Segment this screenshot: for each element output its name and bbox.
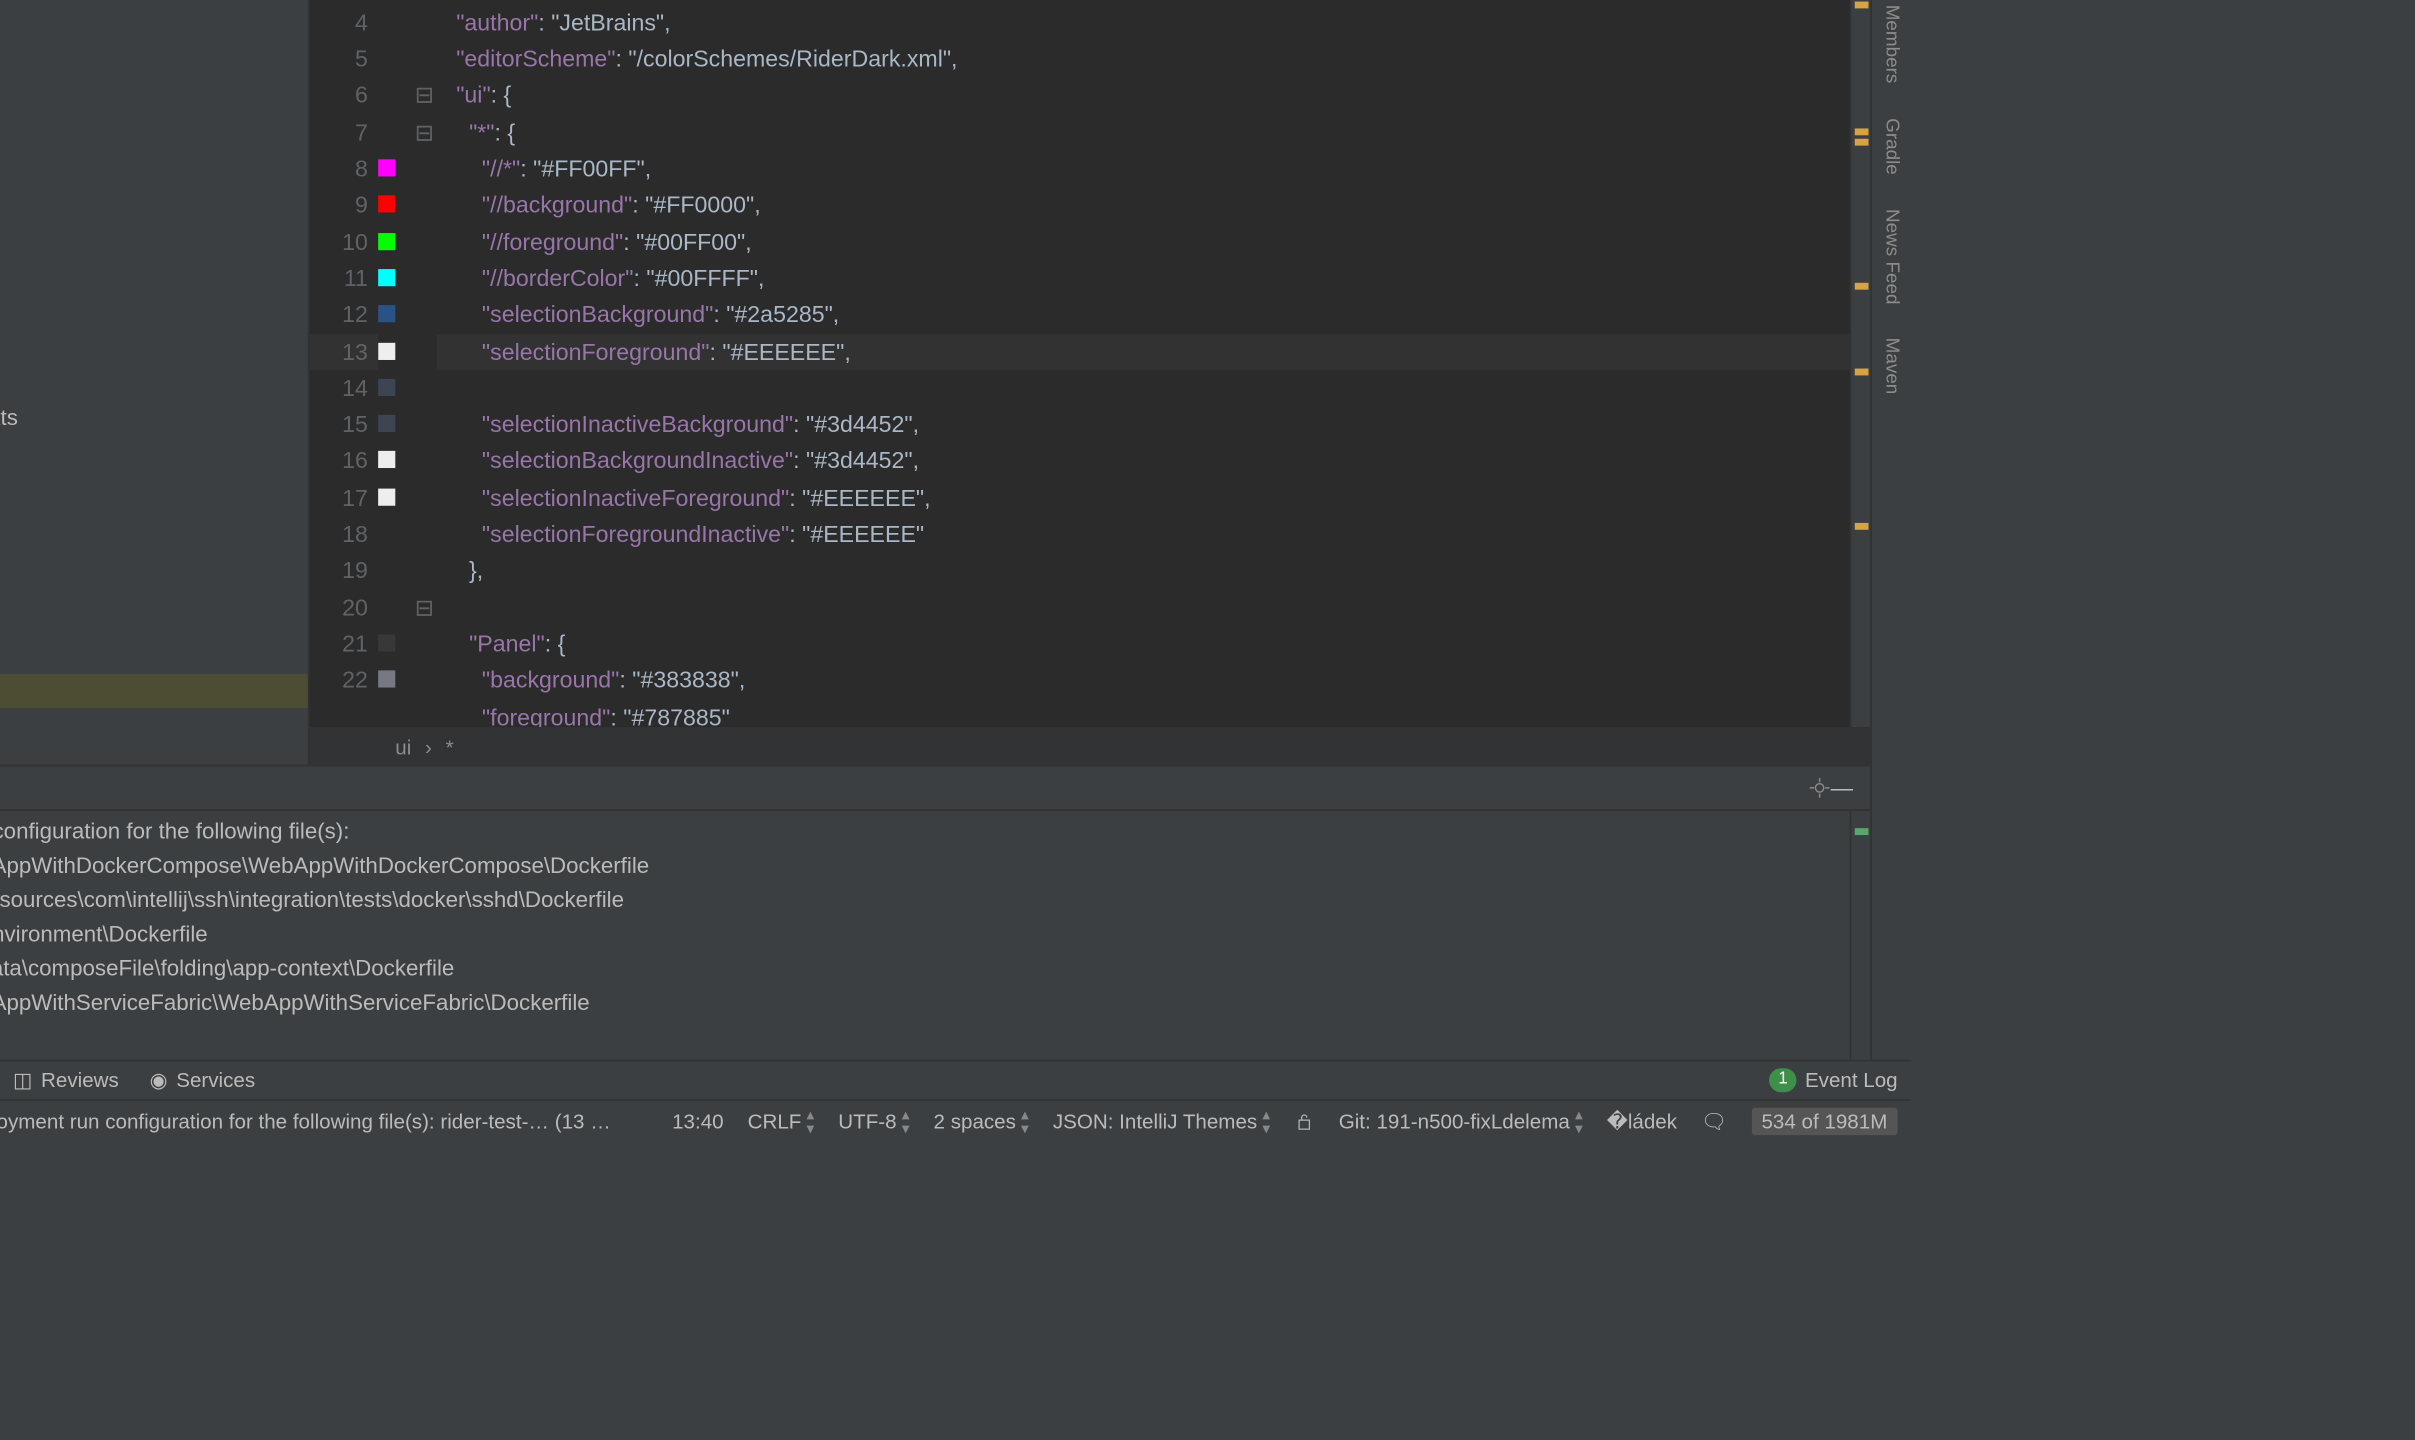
tree-node[interactable]: rider-model [0,159,308,193]
tree-node[interactable]: build [0,297,308,331]
status-bar: ▢ Dockerfile detection: You may setup Do… [0,1099,1911,1140]
tree-node[interactable]: validate-tests-xml.kts [0,640,308,674]
tree-node[interactable]: model [0,22,308,56]
tree-node[interactable]: model.cSharp [0,56,308,90]
settings-button[interactable] [1808,777,1830,799]
notifications-icon[interactable]: 🗨 [1701,1109,1727,1133]
line-number-gutter[interactable]: 12345678910111213141516171819202122 [310,0,379,727]
editor-area: RiderDark.theme.json×RiderDebugConnectio… [310,0,1871,765]
tree-node[interactable]: bin [0,262,308,296]
tree-node[interactable]: .idea [0,228,308,262]
right-tool-strip: Ant BuildDynamic MembersGradleNews FeedM… [1870,0,1911,1060]
tree-node[interactable]: Rider [rider-root] C:\jet\Rider [0,194,308,228]
tree-node[interactable]: pack-cpp-plugin.xml [0,468,308,502]
event-log-stripe [1850,811,1871,1060]
tree-node[interactable]: rider-tests-mapping.xml [0,571,308,605]
tree-node[interactable]: pack-dotCommon-plugin.xml [0,502,308,536]
line-separator[interactable]: CRLF▴▾ [748,1107,815,1134]
editor-breadcrumbs[interactable]: ui›* [310,727,1871,765]
indent-setting[interactable]: 2 spaces▴▾ [934,1107,1029,1134]
tree-node[interactable]: buildscripts.iml [0,365,308,399]
bottom-tool-bar: ≡6: TODO ⎇9: Version Control ▣Terminal ◫… [0,1060,1911,1099]
tool-tab-news-feed[interactable]: News Feed [1878,191,1905,321]
readonly-toggle[interactable] [1294,1110,1315,1131]
tree-node[interactable]: com.jetbrains.rider [0,0,308,22]
tool-tab-services[interactable]: ◉Services [150,1068,255,1092]
event-log-text[interactable]: You may setup Docker deployment run conf… [0,811,1850,1060]
tool-tab-reviews[interactable]: ◫Reviews [13,1068,119,1092]
event-log-tool-window: Event Log — ☑ 🗑 🔧 You may setup Docker d… [0,765,1870,1060]
tree-node[interactable]: config [0,674,308,708]
error-stripe[interactable] [1850,0,1871,727]
tree-node[interactable]: buildscripts sources root [0,331,308,365]
tree-node[interactable]: get-linux-executable.kt [0,434,308,468]
project-tool-window: Project ⊕ ≑ — × RdProtocolide-modelrider… [0,0,310,765]
color-swatch-gutter[interactable] [378,0,412,727]
tool-tab-maven[interactable]: Maven [1878,321,1905,412]
tree-node[interactable]: validate-rider-classpath.kts [0,605,308,639]
status-message: Dockerfile detection: You may setup Dock… [0,1109,617,1133]
memory-indicator[interactable]: 534 of 1981M [1751,1107,1897,1134]
tool-tab-gradle[interactable]: Gradle [1878,101,1905,192]
fold-gutter[interactable]: ⊟ ⊟⊟ ⊟ [412,0,436,727]
file-encoding[interactable]: UTF-8▴▾ [838,1107,909,1134]
tool-tab-dynamic-members[interactable]: Dynamic Members [1878,0,1905,101]
tree-node[interactable]: fix-plugin-xml-for-bundled-plugin.kts [0,399,308,433]
editor-text[interactable]: { "name": "Rider Dark", "dark": true, "a… [436,0,1849,727]
tree-node[interactable]: pack-dotCover-plugin.xml [0,537,308,571]
project-tree[interactable]: RdProtocolide-modelrider-generatedSrccom… [0,0,308,765]
tree-node[interactable]: dev-scripts [0,708,308,742]
inspection-icon[interactable]: �ládek [1607,1109,1677,1133]
hide-button[interactable]: — [1831,775,1853,801]
file-type[interactable]: JSON: IntelliJ Themes▴▾ [1053,1107,1270,1134]
git-branch[interactable]: Git: 191-n500-fixLdelema▴▾ [1339,1107,1583,1134]
tree-node[interactable]: .gitignore [0,91,308,125]
tool-tab-eventlog[interactable]: 1Event Log [1770,1068,1898,1092]
caret-position[interactable]: 13:40 [672,1109,724,1133]
tree-node[interactable]: rider-generated.iml [0,125,308,159]
